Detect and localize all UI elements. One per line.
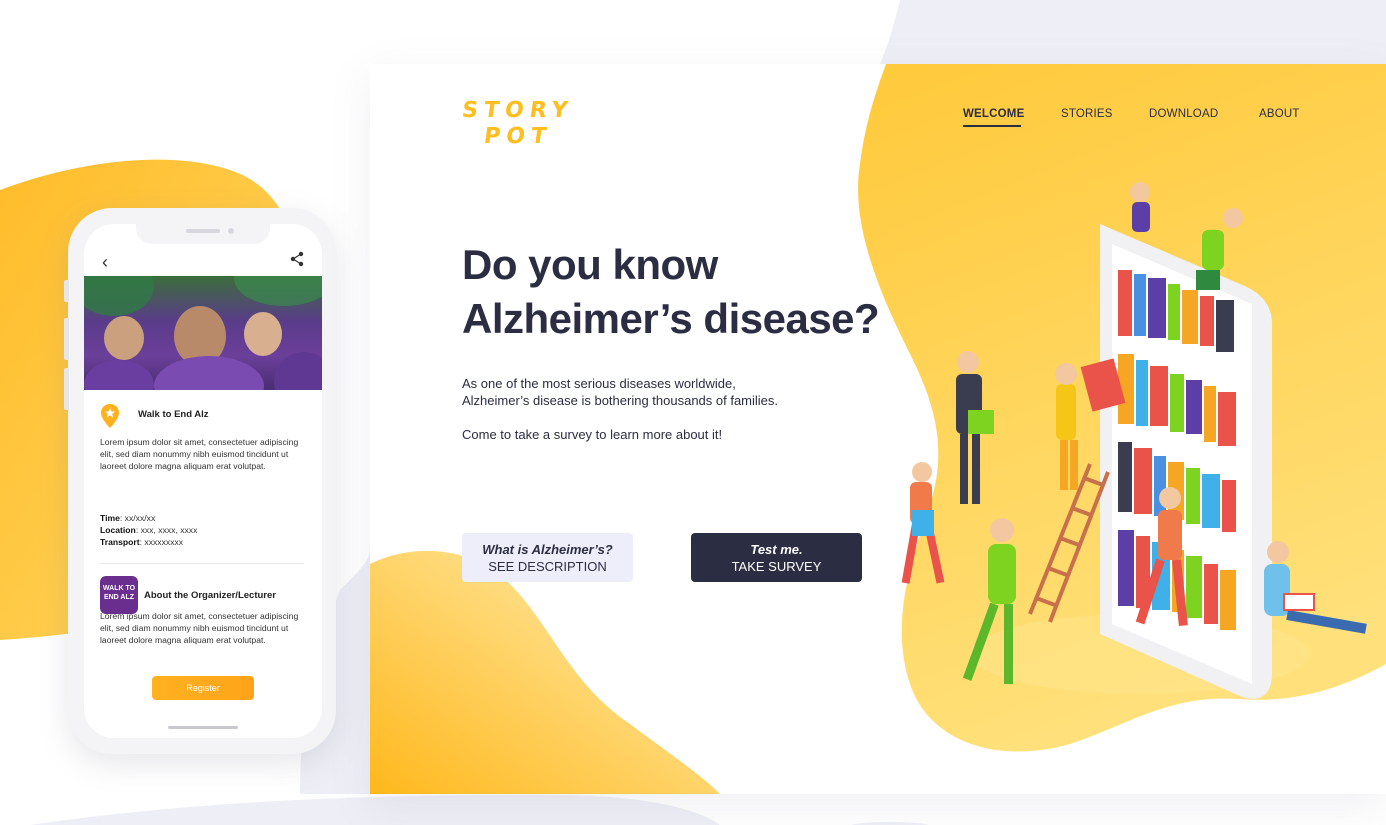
event-details: Time: xx/xx/xx Location: xxx, xxxx, xxxx… — [100, 512, 197, 548]
organizer-title: About the Organizer/Lecturer — [144, 590, 276, 601]
intro-text: As one of the most serious diseases worl… — [462, 376, 779, 408]
nav-welcome[interactable]: WELCOME — [963, 108, 1024, 120]
take-survey-button[interactable]: Test me. TAKE SURVEY — [691, 533, 862, 582]
phone-notch — [136, 224, 270, 244]
nav-about[interactable]: ABOUT — [1259, 108, 1300, 120]
people-with-book-shelf-phone-illustration — [901, 182, 1367, 699]
organizer-logo: WALK TO END ALZ — [100, 576, 138, 614]
organizer-description: Lorem ipsum dolor sit amet, consectetuer… — [100, 611, 299, 645]
event-transport: Transport: xxxxxxxxx — [100, 537, 184, 547]
phone-screen: ‹ Walk to End Alz Lorem ipsum dolor sit … — [84, 224, 322, 738]
event-description: Lorem ipsum dolor sit amet, consectetuer… — [100, 437, 299, 471]
event-photo — [84, 276, 322, 390]
page-headline: Do you know Alzheimer’s disease? — [462, 238, 902, 346]
phone-side-button — [64, 318, 69, 360]
nav-stories[interactable]: STORIES — [1061, 108, 1113, 120]
phone-side-button — [64, 368, 69, 410]
phone-mockup: ‹ Walk to End Alz Lorem ipsum dolor sit … — [64, 208, 336, 754]
headline-line-1: Do you know — [462, 241, 718, 288]
see-description-button[interactable]: What is Alzheimer’s? SEE DESCRIPTION — [462, 533, 633, 582]
location-pin-star-icon — [101, 404, 119, 428]
nav-download[interactable]: DOWNLOAD — [1149, 108, 1218, 120]
storypot-logo[interactable]: STORY POT — [460, 98, 575, 149]
event-time: Time: xx/xx/xx — [100, 513, 156, 523]
headline-line-2: Alzheimer’s disease? — [462, 295, 880, 342]
cta-text: Come to take a survey to learn more abou… — [462, 427, 723, 442]
chevron-left-icon[interactable]: ‹ — [102, 252, 108, 273]
website-page: STORY POT WELCOME STORIES DOWNLOAD ABOUT… — [370, 64, 1386, 794]
divider — [100, 563, 304, 564]
event-title: Walk to End Alz — [138, 409, 209, 420]
home-indicator — [168, 726, 238, 729]
share-icon[interactable] — [288, 250, 306, 268]
phone-side-button — [64, 280, 69, 302]
event-header: Walk to End Alz — [100, 404, 310, 428]
event-location: Location: xxx, xxxx, xxxx — [100, 525, 198, 535]
register-button[interactable]: Register — [152, 676, 254, 700]
nav-active-indicator — [963, 125, 1021, 127]
